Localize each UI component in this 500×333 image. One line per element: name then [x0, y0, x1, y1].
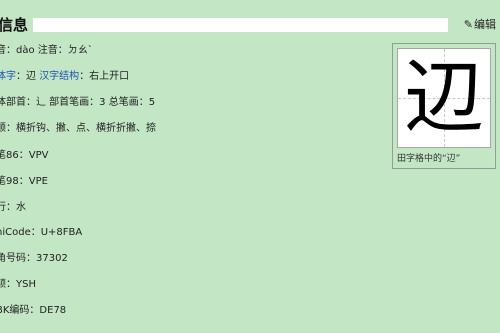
- cangjie-row: 颉：YSH: [0, 279, 36, 290]
- pencil-icon: ✎: [463, 18, 473, 31]
- structure-link[interactable]: 汉字结构: [39, 71, 79, 82]
- edit-link[interactable]: ✎编辑: [464, 14, 496, 36]
- character-card: 辺 田字格中的“辺”: [392, 43, 496, 169]
- variant-row: 体字：辺 汉字结构：右上开口: [0, 70, 129, 84]
- wubi86-row: 笔86：VPV: [0, 150, 49, 161]
- stroke-order-row: 顺：横折钩、撇、点、横折折撇、捺: [0, 123, 156, 134]
- edit-label: 编辑: [474, 18, 496, 31]
- character-caption: 田字格中的“辺”: [397, 154, 461, 164]
- gbk-row: BK编码：DE78: [0, 305, 67, 316]
- character-glyph: 辺: [404, 51, 484, 144]
- title-underline-bar: [33, 18, 448, 32]
- wubi98-row: 笔98：VPE: [0, 176, 48, 187]
- unicode-row: niCode：U+8FBA: [0, 227, 83, 238]
- tianzige-grid: 辺: [397, 48, 491, 148]
- header-bar: 信息 ✎编辑: [0, 14, 500, 36]
- radical-row: 体部首：⻌ 部首笔画：3 总笔画：5: [0, 97, 156, 108]
- wuxing-row: 行：水: [0, 202, 26, 213]
- pinyin-row: 音：dào 注音：ㄉㄠˋ: [0, 45, 93, 56]
- section-title: 信息: [0, 16, 29, 34]
- four-corner-row: 角号码：37302: [0, 253, 68, 264]
- variant-link[interactable]: 体字: [0, 71, 16, 82]
